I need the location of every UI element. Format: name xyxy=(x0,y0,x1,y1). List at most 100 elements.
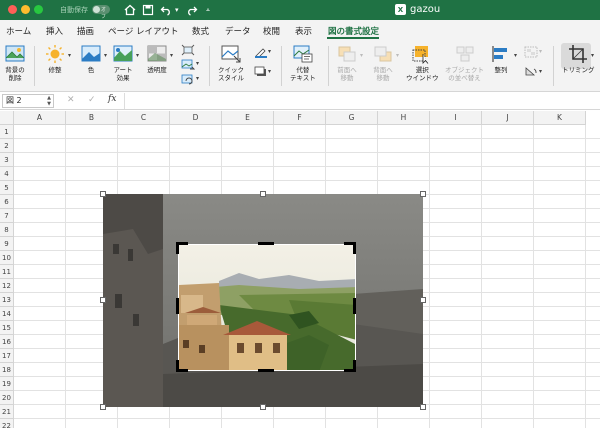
tab-draw[interactable]: 描画 xyxy=(77,25,94,37)
send-backward-dropdown-icon[interactable]: ▾ xyxy=(396,52,399,59)
arrange-dropdown-icon[interactable]: ▾ xyxy=(514,52,517,59)
picture-border-dropdown-icon[interactable]: ▾ xyxy=(268,48,271,55)
change-picture-dropdown-icon[interactable]: ▾ xyxy=(196,60,199,67)
rotate-dropdown-icon[interactable]: ▾ xyxy=(539,68,542,75)
row-header[interactable]: 16 xyxy=(0,335,14,349)
column-header[interactable]: H xyxy=(378,111,430,125)
crop-dropdown-icon[interactable]: ▾ xyxy=(591,52,594,59)
group-objects-dropdown-icon[interactable]: ▾ xyxy=(539,48,542,55)
cancel-entry-icon[interactable]: ✕ xyxy=(67,95,75,105)
tab-picture-format[interactable]: 図の書式設定 xyxy=(328,25,379,37)
resize-handle-bottom-left[interactable] xyxy=(100,404,106,410)
tab-view[interactable]: 表示 xyxy=(295,25,312,37)
customize-toolbar-icon[interactable]: ⩡ xyxy=(206,2,210,18)
reorder-objects-button[interactable]: オブジェクト の並べ替え xyxy=(445,44,484,82)
alt-text-button[interactable]: 代替 テキスト xyxy=(290,44,316,82)
column-header[interactable]: F xyxy=(274,111,326,125)
row-header[interactable]: 22 xyxy=(0,419,14,428)
tab-formulas[interactable]: 数式 xyxy=(192,25,209,37)
column-header[interactable]: E xyxy=(222,111,274,125)
tab-home[interactable]: ホーム xyxy=(6,25,31,37)
row-header[interactable]: 18 xyxy=(0,363,14,377)
crop-handle-bottom-left-v[interactable] xyxy=(176,360,179,372)
row-header[interactable]: 13 xyxy=(0,293,14,307)
home-icon[interactable] xyxy=(124,2,136,18)
arrange-button[interactable]: 整列 xyxy=(490,44,512,74)
name-box[interactable]: 図 2 ▲ ▼ xyxy=(2,94,54,108)
corrections-dropdown-icon[interactable]: ▾ xyxy=(68,52,71,59)
tab-data[interactable]: データ xyxy=(225,25,251,37)
resize-handle-right[interactable] xyxy=(420,297,426,303)
compress-pictures-icon[interactable] xyxy=(181,44,195,56)
insert-function-button[interactable]: fx xyxy=(108,94,116,104)
save-icon[interactable] xyxy=(142,2,154,18)
name-box-spinner-icon[interactable]: ▲ ▼ xyxy=(47,95,51,107)
send-backward-button[interactable]: 背面へ 移動 xyxy=(372,44,394,82)
artistic-effects-button[interactable]: アート 効果 xyxy=(112,44,134,82)
confirm-entry-icon[interactable]: ✓ xyxy=(88,95,96,105)
bring-forward-dropdown-icon[interactable]: ▾ xyxy=(360,52,363,59)
row-header[interactable]: 3 xyxy=(0,153,14,167)
resize-handle-top-right[interactable] xyxy=(420,191,426,197)
row-header[interactable]: 2 xyxy=(0,139,14,153)
row-header[interactable]: 1 xyxy=(0,125,14,139)
crop-handle-top-right-v[interactable] xyxy=(353,242,356,254)
crop-handle-top[interactable] xyxy=(258,242,274,245)
remove-background-button[interactable]: 背景の 削除 xyxy=(4,44,26,82)
quick-styles-button[interactable]: クイック スタイル xyxy=(218,44,244,82)
resize-handle-bottom[interactable] xyxy=(260,404,266,410)
undo-dropdown-icon[interactable]: ▾ xyxy=(175,2,179,18)
row-header[interactable]: 12 xyxy=(0,279,14,293)
crop-button[interactable]: トリミング xyxy=(562,44,595,74)
crop-handle-bottom[interactable] xyxy=(258,369,274,372)
transparency-dropdown-icon[interactable]: ▾ xyxy=(170,52,173,59)
row-header[interactable]: 4 xyxy=(0,167,14,181)
column-header[interactable]: J xyxy=(482,111,534,125)
row-header[interactable]: 20 xyxy=(0,391,14,405)
row-header[interactable]: 21 xyxy=(0,405,14,419)
row-header[interactable]: 10 xyxy=(0,251,14,265)
column-header[interactable]: B xyxy=(66,111,118,125)
minimize-window-button[interactable] xyxy=(21,5,30,14)
resize-handle-bottom-right[interactable] xyxy=(420,404,426,410)
change-picture-icon[interactable] xyxy=(181,59,196,71)
column-header[interactable]: K xyxy=(534,111,586,125)
selection-pane-button[interactable]: 選択 ウインドウ xyxy=(406,44,439,82)
reset-picture-dropdown-icon[interactable]: ▾ xyxy=(196,75,199,82)
tab-review[interactable]: 校閲 xyxy=(263,25,280,37)
artistic-effects-dropdown-icon[interactable]: ▾ xyxy=(136,52,139,59)
row-header[interactable]: 6 xyxy=(0,195,14,209)
column-header[interactable]: G xyxy=(326,111,378,125)
row-header[interactable]: 19 xyxy=(0,377,14,391)
resize-handle-top[interactable] xyxy=(260,191,266,197)
crop-handle-right[interactable] xyxy=(353,298,356,314)
row-header[interactable]: 17 xyxy=(0,349,14,363)
column-header[interactable]: D xyxy=(170,111,222,125)
undo-icon[interactable] xyxy=(160,2,172,18)
column-header[interactable]: A xyxy=(14,111,66,125)
row-header[interactable]: 7 xyxy=(0,209,14,223)
row-header[interactable]: 5 xyxy=(0,181,14,195)
column-header[interactable]: C xyxy=(118,111,170,125)
picture-effects-icon[interactable] xyxy=(254,66,268,78)
row-header[interactable]: 11 xyxy=(0,265,14,279)
resize-handle-left[interactable] xyxy=(100,297,106,303)
zoom-window-button[interactable] xyxy=(34,5,43,14)
crop-handle-top-left-v[interactable] xyxy=(176,242,179,254)
redo-icon[interactable] xyxy=(186,2,198,18)
picture-effects-dropdown-icon[interactable]: ▾ xyxy=(268,68,271,75)
row-header[interactable]: 9 xyxy=(0,237,14,251)
crop-handle-left[interactable] xyxy=(176,298,179,314)
color-button[interactable]: 色 xyxy=(80,44,102,74)
reset-picture-icon[interactable] xyxy=(181,74,195,86)
tab-insert[interactable]: 挿入 xyxy=(46,25,63,37)
color-dropdown-icon[interactable]: ▾ xyxy=(104,52,107,59)
resize-handle-top-left[interactable] xyxy=(100,191,106,197)
select-all-corner[interactable] xyxy=(0,111,14,125)
corrections-button[interactable]: 修整 xyxy=(44,44,66,74)
autosave-toggle[interactable]: オフ xyxy=(92,5,110,20)
bring-forward-button[interactable]: 前面へ 移動 xyxy=(336,44,358,82)
group-objects-icon[interactable] xyxy=(524,46,538,58)
rotate-icon[interactable] xyxy=(524,66,538,78)
transparency-button[interactable]: 透明度 xyxy=(146,44,168,74)
